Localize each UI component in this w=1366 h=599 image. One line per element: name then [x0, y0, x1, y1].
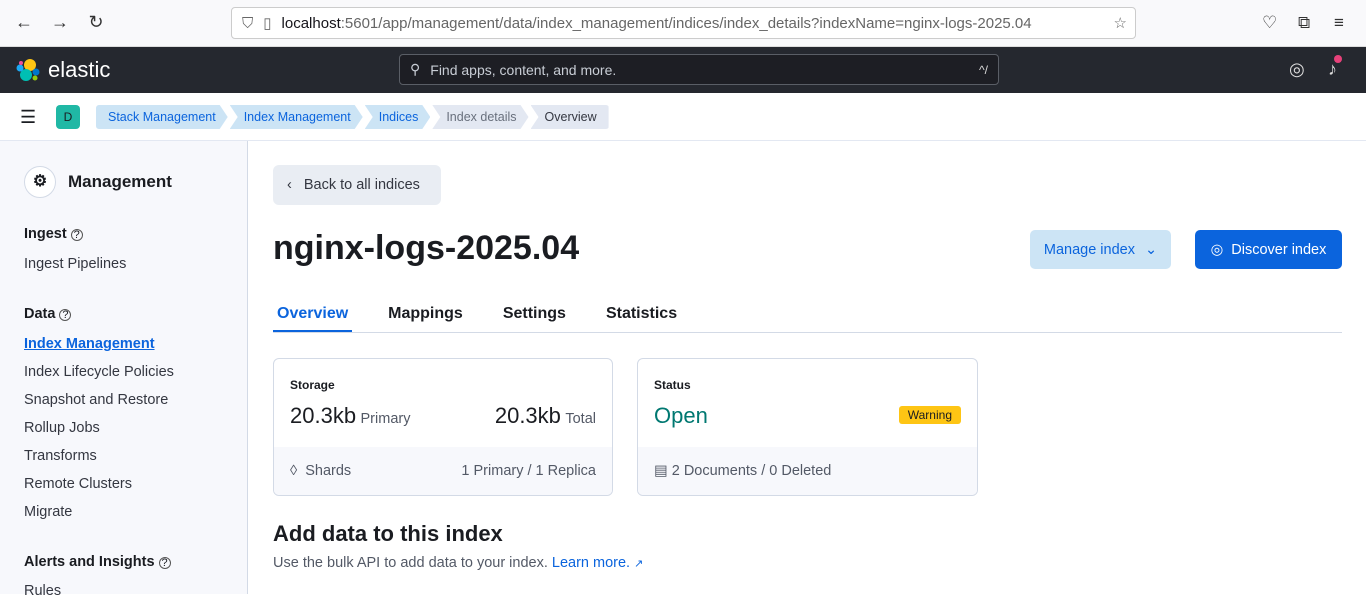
top-header: elastic ⚲ Find apps, content, and more. … — [0, 47, 1366, 93]
news-icon[interactable]: ♪ — [1328, 55, 1342, 80]
section-label: Data — [24, 306, 56, 322]
shards-label: Shards — [305, 463, 352, 479]
documents-footer: ▤ 2 Documents / 0 Deleted — [638, 447, 977, 495]
status-label: Status — [654, 378, 691, 392]
search-placeholder: Find apps, content, and more. — [430, 61, 617, 78]
forward-arrow-icon[interactable]: → — [46, 12, 74, 33]
section-alerts-insights: Alerts and Insights? — [24, 554, 171, 570]
main-content: ‹ Back to all indices nginx-logs-2025.04 … — [249, 141, 1366, 594]
sidebar-item-remote-clusters[interactable]: Remote Clusters — [24, 476, 132, 492]
add-data-description: Use the bulk API to add data to your ind… — [273, 555, 548, 571]
primary-value: 20.3kb — [290, 403, 357, 428]
discover-index-button[interactable]: ◎ Discover index — [1195, 230, 1342, 269]
document-icon: ▤ — [654, 463, 668, 479]
primary-label: Primary — [360, 411, 411, 427]
health-badge: Warning — [898, 406, 961, 424]
discover-label: Discover index — [1231, 241, 1327, 258]
shards-value: 1 Primary / 1 Replica — [461, 463, 596, 479]
reload-icon[interactable]: ↻ — [82, 12, 110, 33]
breadcrumb-indices[interactable]: Indices — [365, 105, 431, 129]
manage-index-button[interactable]: Manage index ⌄ — [1030, 230, 1171, 269]
pocket-icon[interactable]: ♡ — [1262, 13, 1277, 33]
breadcrumb-overview: Overview — [530, 105, 609, 129]
global-search-input[interactable]: ⚲ Find apps, content, and more. ^/ — [399, 54, 999, 85]
learn-more-label: Learn more. — [551, 555, 631, 571]
sidebar-item-rules[interactable]: Rules — [24, 583, 61, 599]
help-icon[interactable]: ? — [158, 557, 171, 569]
chevron-left-icon: ‹ — [287, 177, 292, 193]
tab-settings[interactable]: Settings — [499, 295, 570, 332]
sidebar-item-rollup-jobs[interactable]: Rollup Jobs — [24, 420, 100, 436]
breadcrumb-stack-management[interactable]: Stack Management — [96, 105, 228, 129]
storage-card: Storage 20.3kb Primary 20.3kb Total ◊ Sh… — [273, 358, 613, 496]
sidebar-item-ingest-pipelines[interactable]: Ingest Pipelines — [24, 256, 126, 272]
shards-footer: ◊ Shards 1 Primary / 1 Replica — [274, 447, 612, 495]
section-data: Data? — [24, 306, 72, 322]
breadcrumb: Stack Management Index Management Indice… — [96, 105, 611, 129]
elastic-logo-icon — [16, 59, 40, 81]
space-avatar[interactable]: D — [56, 105, 80, 129]
add-data-heading: Add data to this index — [273, 521, 503, 546]
manage-label: Manage index — [1043, 241, 1135, 258]
help-icon[interactable]: ? — [70, 229, 83, 241]
documents-count: 2 Documents / 0 Deleted — [671, 463, 832, 479]
breadcrumb-index-management[interactable]: Index Management — [230, 105, 363, 129]
back-to-indices-button[interactable]: ‹ Back to all indices — [273, 165, 441, 205]
url-host: localhost — [281, 14, 341, 32]
shield-icon: ⛉ — [242, 14, 254, 32]
section-label: Ingest — [24, 226, 67, 242]
sidebar-item-migrate[interactable]: Migrate — [24, 504, 72, 520]
total-label: Total — [565, 411, 596, 427]
help-icon[interactable]: ? — [59, 309, 72, 321]
gear-icon: ⚙ — [24, 166, 56, 198]
search-shortcut: ^/ — [979, 62, 988, 77]
section-label: Alerts and Insights — [24, 554, 155, 570]
add-data-text: Use the bulk API to add data to your ind… — [273, 555, 643, 571]
back-label: Back to all indices — [303, 177, 420, 193]
section-ingest: Ingest? — [24, 226, 83, 242]
sidebar-item-transforms[interactable]: Transforms — [24, 448, 97, 464]
compass-icon: ◎ — [1210, 241, 1224, 258]
sidebar-item-ilm-policies[interactable]: Index Lifecycle Policies — [24, 364, 174, 380]
url-path: :5601/app/management/data/index_manageme… — [340, 14, 1032, 32]
storage-label: Storage — [290, 378, 335, 392]
status-value: Open — [654, 403, 708, 428]
address-bar[interactable]: ⛉ ▯ localhost:5601/app/management/data/i… — [231, 7, 1136, 39]
hamburger-menu-icon[interactable]: ☰ — [20, 107, 36, 128]
chevron-down-icon: ⌄ — [1144, 241, 1158, 258]
learn-more-link[interactable]: Learn more. ↗ — [552, 555, 643, 571]
breadcrumb-bar: ☰ D Stack Management Index Management In… — [0, 93, 1366, 141]
tab-statistics[interactable]: Statistics — [602, 295, 681, 332]
page-title: nginx-logs-2025.04 — [273, 229, 580, 267]
status-card: Status Open Warning ▤ 2 Documents / 0 De… — [637, 358, 978, 496]
tab-overview[interactable]: Overview — [273, 295, 353, 332]
total-size: 20.3kb Total — [495, 403, 596, 429]
help-icon[interactable]: ◎ — [1289, 59, 1305, 80]
search-icon: ⚲ — [410, 61, 421, 77]
sidebar-item-index-management[interactable]: Index Management — [24, 336, 155, 352]
total-value: 20.3kb — [494, 403, 561, 428]
tab-mappings[interactable]: Mappings — [384, 295, 467, 332]
star-icon[interactable]: ☆ — [1114, 14, 1127, 32]
sidebar-title: ⚙ Management — [24, 166, 172, 198]
page-icon: ▯ — [263, 15, 272, 32]
menu-icon[interactable]: ≡ — [1334, 13, 1344, 33]
sidebar-title-text: Management — [68, 172, 172, 191]
extensions-icon[interactable]: ⧉ — [1298, 13, 1310, 33]
browser-toolbar: ← → ↻ ⛉ ▯ localhost:5601/app/management/… — [0, 0, 1366, 47]
primary-size: 20.3kb Primary — [290, 403, 410, 429]
breadcrumb-index-details: Index details — [432, 105, 528, 129]
shards-icon: ◊ — [290, 463, 298, 479]
elastic-logo[interactable]: elastic — [16, 57, 110, 83]
external-link-icon: ↗ — [634, 558, 644, 570]
back-arrow-icon[interactable]: ← — [10, 12, 38, 33]
sidebar: ⚙ Management Ingest? Ingest Pipelines Dat… — [0, 141, 248, 599]
brand-name: elastic — [48, 57, 111, 82]
tabs: Overview Mappings Settings Statistics — [273, 295, 1342, 333]
sidebar-item-snapshot-restore[interactable]: Snapshot and Restore — [24, 392, 168, 408]
